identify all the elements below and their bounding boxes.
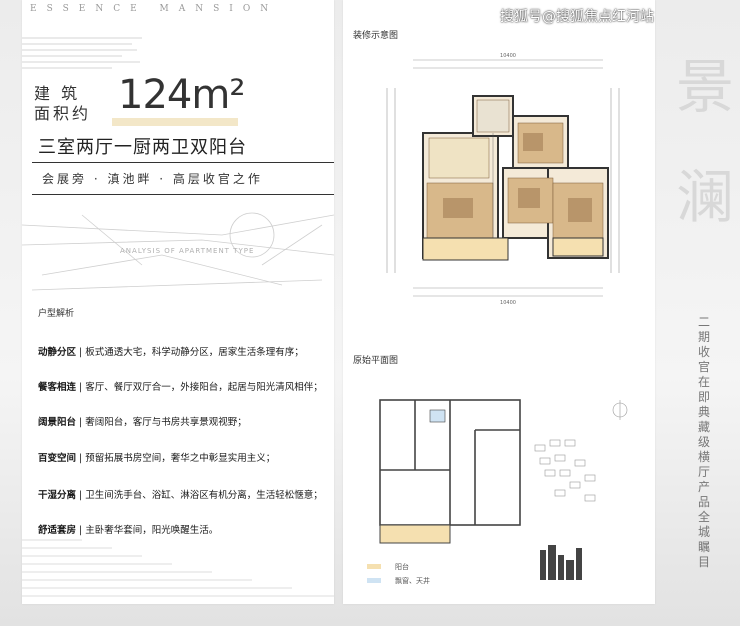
watermark: 搜狐号@搜狐焦点红河站 bbox=[500, 9, 654, 25]
feature-item: 餐客相连 | 客厅、餐厅双厅合一，外接阳台，起居与阳光清风相伴； bbox=[38, 382, 323, 393]
area-label: 建 筑 面积约 bbox=[34, 84, 94, 124]
original-plan-title: 原始平面图 bbox=[353, 356, 399, 366]
area-value: 124m² bbox=[118, 72, 245, 118]
sketch-caption: ANALYSIS OF APARTMENT TYPE bbox=[120, 247, 255, 255]
feature-item: 百变空间 | 预留拓展书房空间，奢华之中彰显实用主义； bbox=[38, 453, 276, 464]
divider-top bbox=[32, 162, 334, 163]
feature-item: 阔景阳台 | 奢阔阳台，客厅与书房共享景观视野； bbox=[38, 417, 247, 428]
area-label-line2: 面积约 bbox=[34, 104, 92, 123]
right-page: 装修示意图 10400 10400 原始平面图 阳台 飘窗、天井 bbox=[343, 0, 655, 604]
dim-top-label: 10400 bbox=[500, 53, 516, 59]
legend-label-window: 飘窗、天井 bbox=[395, 577, 430, 585]
legend-label-balcony: 阳台 bbox=[395, 563, 409, 571]
legend-swatch-balcony bbox=[367, 564, 381, 569]
side-vertical-text: 二期收官在即 典藏级横厅产品 全城瞩目 bbox=[697, 315, 711, 570]
architecture-sketch bbox=[22, 212, 334, 291]
left-page: ESSENCE MANSION 建 筑 面积约 124m² 三室两厅一厨两卫双阳… bbox=[22, 0, 334, 604]
section-title: 户型解析 bbox=[38, 309, 75, 319]
side-big-char-2: 澜 bbox=[676, 163, 735, 231]
legend-swatch-window bbox=[367, 578, 381, 583]
area-label-line1: 建 筑 bbox=[34, 84, 81, 103]
tagline: 会展旁 · 滇池畔 · 高层收官之作 bbox=[42, 172, 263, 186]
feature-item: 干湿分离 | 卫生间洗手台、浴缸、淋浴区有机分离，生活轻松惬意； bbox=[38, 490, 323, 501]
decorated-floor-plan: 10400 10400 bbox=[386, 53, 620, 306]
dim-bottom-label: 10400 bbox=[500, 300, 516, 306]
room-layout: 三室两厅一厨两卫双阳台 bbox=[38, 137, 247, 158]
brand-line: ESSENCE MANSION bbox=[30, 4, 279, 14]
area-highlight-bar bbox=[112, 118, 238, 126]
bottom-decorative-lines bbox=[22, 539, 334, 597]
vertical-text-content: 二期收官在即 典藏级横厅产品 全城瞩目 bbox=[697, 315, 710, 569]
feature-item: 动静分区 | 板式通透大宅，科学动静分区，居家生活条理有序； bbox=[38, 347, 304, 358]
side-big-char-1: 景 bbox=[676, 53, 735, 121]
